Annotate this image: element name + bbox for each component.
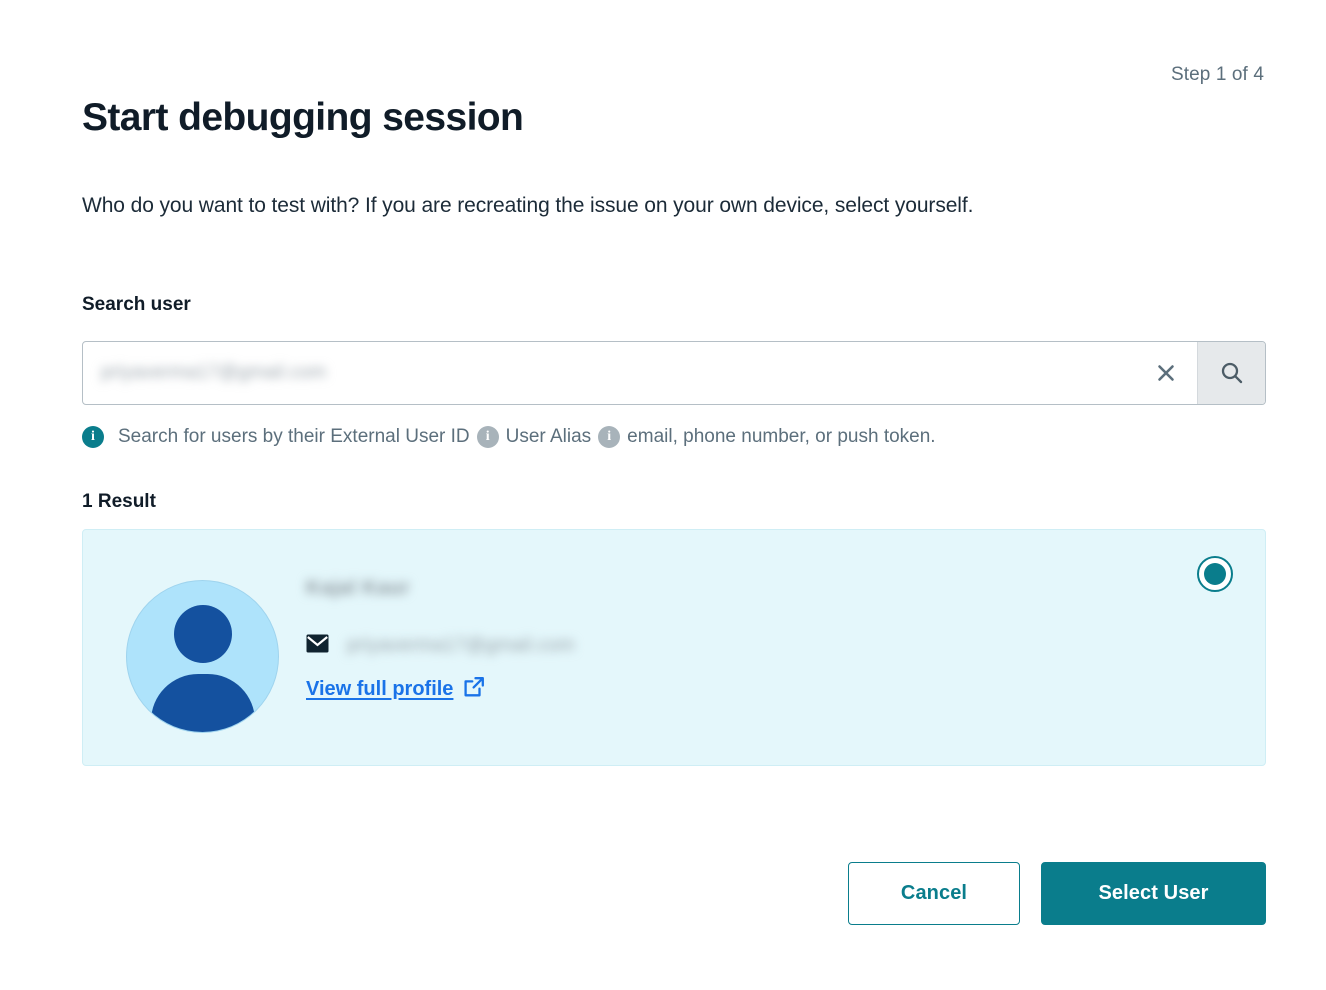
helper-segment-external-user-id: Search for users by their External User …: [118, 426, 470, 447]
search-submit-button[interactable]: [1197, 342, 1265, 404]
view-full-profile-link[interactable]: View full profile: [306, 676, 485, 703]
close-icon: [1154, 361, 1178, 385]
external-link-icon: [463, 676, 485, 703]
avatar-body: [150, 674, 255, 732]
page-title: Start debugging session: [82, 96, 524, 139]
clear-search-button[interactable]: [1135, 342, 1197, 404]
info-icon[interactable]: i: [476, 426, 499, 448]
cancel-button[interactable]: Cancel: [848, 862, 1020, 925]
user-email-row: priyaverma17@gmail.com: [306, 634, 575, 658]
envelope-icon: [306, 634, 329, 658]
radio-selected-dot: [1204, 563, 1226, 585]
search-input[interactable]: [83, 342, 1135, 404]
user-select-radio[interactable]: [1197, 556, 1233, 592]
start-debugging-session-dialog: Step 1 of 4 Start debugging session Who …: [0, 0, 1326, 990]
search-icon: [1219, 360, 1245, 386]
avatar-head: [173, 605, 232, 663]
helper-segment-email-phone-token: email, phone number, or push token.: [627, 426, 936, 447]
result-count-label: 1 Result: [82, 491, 156, 512]
user-avatar-icon: [126, 580, 279, 733]
user-name: Kajal Kaur: [306, 577, 410, 599]
step-indicator: Step 1 of 4: [1170, 64, 1264, 85]
search-bar: [82, 341, 1266, 405]
user-result-card[interactable]: Kajal Kaur priyaverma17@gmail.com View f…: [82, 529, 1266, 766]
info-icon[interactable]: i: [82, 426, 104, 448]
info-icon[interactable]: i: [598, 426, 621, 448]
select-user-button[interactable]: Select User: [1041, 862, 1266, 925]
page-subtitle: Who do you want to test with? If you are…: [82, 194, 974, 217]
search-helper-text: i Search for users by their External Use…: [82, 426, 943, 448]
search-user-label: Search user: [82, 294, 191, 315]
helper-segment-user-alias: User Alias: [505, 426, 592, 447]
view-full-profile-label: View full profile: [306, 678, 454, 700]
user-email: priyaverma17@gmail.com: [347, 635, 575, 656]
